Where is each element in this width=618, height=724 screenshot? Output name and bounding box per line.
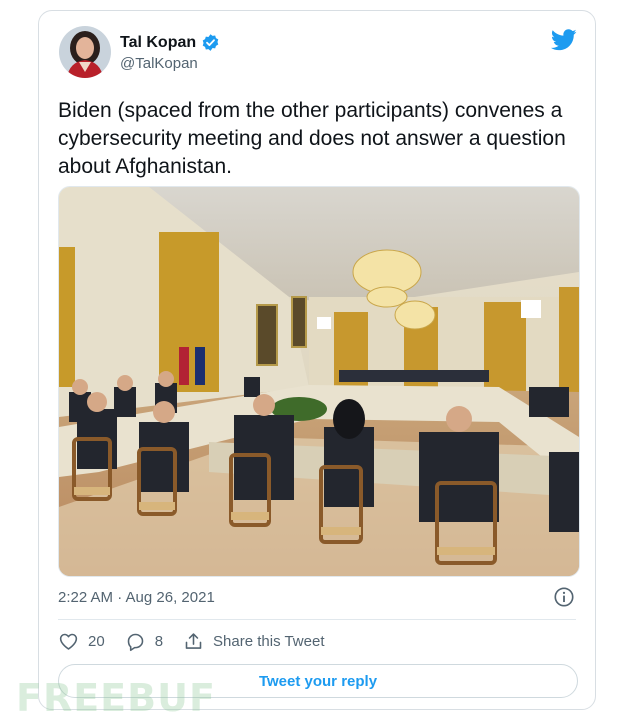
tweet-text: Biden (spaced from the other participant…	[58, 99, 566, 178]
author-name[interactable]: Tal Kopan	[120, 34, 196, 52]
tweet-card: Tal Kopan @TalKopan Biden (spaced from t…	[38, 10, 596, 710]
tweet-actions: 20 8 Share this Tweet	[58, 631, 344, 652]
tweet-photo[interactable]	[58, 186, 580, 577]
share-label: Share this Tweet	[213, 633, 325, 650]
like-action[interactable]: 20	[58, 631, 105, 652]
verified-badge-icon	[202, 34, 219, 51]
share-icon	[185, 633, 202, 649]
share-action[interactable]: Share this Tweet	[183, 631, 324, 652]
reply-count: 8	[154, 633, 164, 650]
author-name-row[interactable]: Tal Kopan	[120, 33, 220, 52]
heart-icon	[59, 633, 78, 650]
info-icon[interactable]	[553, 586, 575, 608]
twitter-bird-icon[interactable]	[551, 29, 577, 51]
reply-action[interactable]: 8	[125, 631, 163, 652]
like-count: 20	[88, 633, 105, 650]
author-handle[interactable]: @TalKopan	[120, 55, 198, 72]
reply-bubble-icon	[127, 633, 143, 652]
watermark-text: FREEBUF	[16, 676, 216, 720]
divider	[58, 619, 576, 620]
avatar[interactable]	[59, 26, 111, 78]
tweet-timestamp[interactable]: 2:22 AM · Aug 26, 2021	[58, 589, 215, 606]
